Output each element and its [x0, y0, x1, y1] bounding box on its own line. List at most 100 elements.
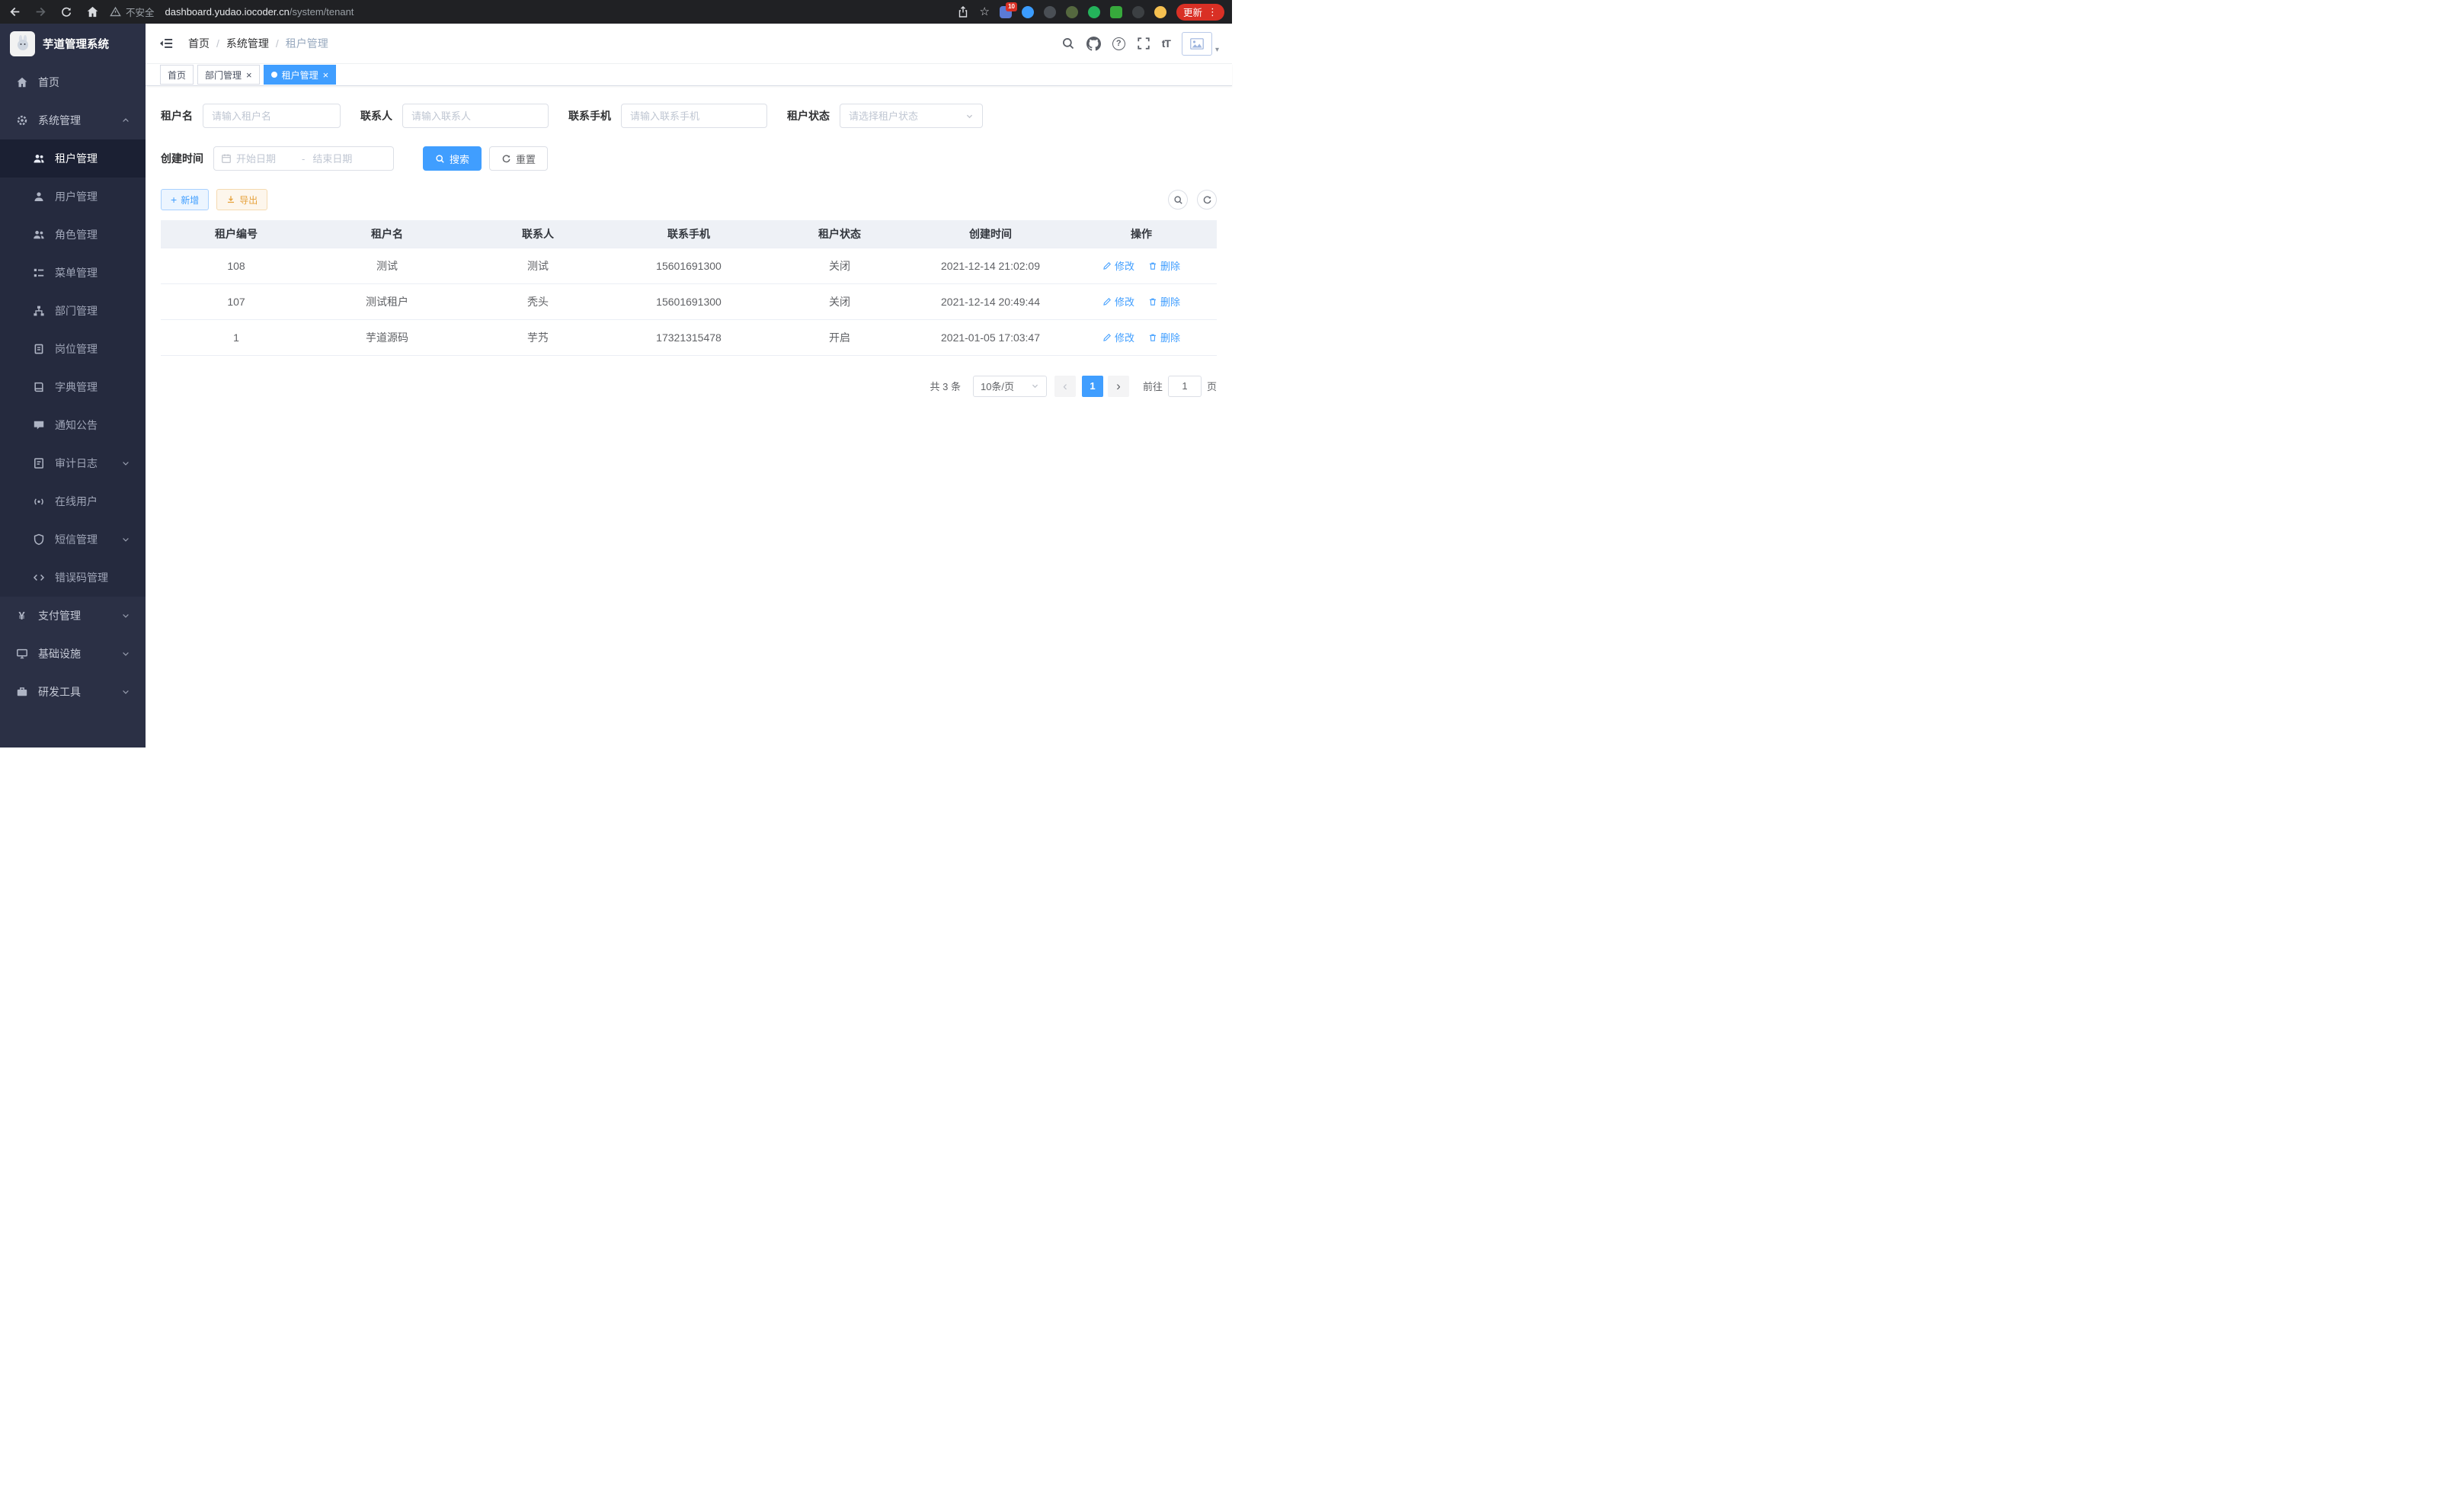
- browser-menu-kebab-icon[interactable]: ⋮: [1208, 7, 1218, 17]
- sidebar-item-label: 首页: [38, 75, 59, 90]
- sidebar-item-audit-log[interactable]: 审计日志: [0, 444, 146, 482]
- tab-home[interactable]: 首页: [160, 65, 194, 85]
- date-range-picker[interactable]: -: [213, 146, 394, 171]
- gear-icon: [15, 114, 28, 126]
- status-select[interactable]: [840, 104, 983, 128]
- contact-input[interactable]: [402, 104, 549, 128]
- back-button[interactable]: [8, 5, 21, 19]
- breadcrumb-system[interactable]: 系统管理: [226, 36, 269, 51]
- delete-link[interactable]: 删除: [1148, 330, 1180, 344]
- sidebar-item-payment[interactable]: ¥ 支付管理: [0, 597, 146, 635]
- close-icon[interactable]: ×: [246, 70, 252, 80]
- edit-link[interactable]: 修改: [1102, 294, 1134, 309]
- sidebar-item-label: 系统管理: [38, 113, 81, 128]
- search-icon[interactable]: [1061, 37, 1075, 50]
- add-button[interactable]: + 新增: [161, 189, 209, 210]
- sidebar-item-posts[interactable]: 岗位管理: [0, 330, 146, 368]
- share-icon[interactable]: [956, 5, 970, 19]
- status-select-field[interactable]: [849, 110, 961, 122]
- active-dot: [271, 72, 277, 78]
- edit-label: 修改: [1115, 294, 1134, 309]
- next-page-button[interactable]: ›: [1108, 376, 1129, 397]
- tenant-name-input-field[interactable]: [212, 110, 331, 122]
- sidebar-item-sms[interactable]: 短信管理: [0, 520, 146, 559]
- table-toolbar: + 新增 导出: [161, 189, 1217, 210]
- sidebar-item-tenant[interactable]: 租户管理: [0, 139, 146, 178]
- help-icon[interactable]: ?: [1112, 37, 1125, 50]
- cell-status: 关闭: [764, 283, 915, 319]
- toggle-search-button[interactable]: [1168, 190, 1188, 210]
- cell-actions: 修改 删除: [1066, 283, 1217, 319]
- bookmark-star-icon[interactable]: ☆: [980, 6, 990, 18]
- breadcrumb-home[interactable]: 首页: [188, 36, 210, 51]
- browser-update-button[interactable]: 更新 ⋮: [1176, 4, 1224, 21]
- home-button[interactable]: [85, 5, 99, 19]
- security-indicator[interactable]: 不安全: [110, 5, 155, 19]
- refresh-table-button[interactable]: [1197, 190, 1217, 210]
- sidebar-item-dev-tools[interactable]: 研发工具: [0, 673, 146, 711]
- fullscreen-icon[interactable]: [1137, 37, 1150, 50]
- sidebar-item-error-codes[interactable]: 错误码管理: [0, 559, 146, 597]
- navbar-actions: ? tT ▾: [1061, 32, 1219, 56]
- font-size-icon[interactable]: tT: [1162, 37, 1170, 50]
- extension-icon-5[interactable]: [1088, 6, 1100, 18]
- sidebar-item-menus[interactable]: 菜单管理: [0, 254, 146, 292]
- pagination: 共 3 条 10条/页 ‹ 1 › 前往 页: [161, 376, 1217, 397]
- tab-department[interactable]: 部门管理 ×: [197, 65, 260, 85]
- tab-tenant[interactable]: 租户管理 ×: [264, 65, 337, 85]
- edit-link[interactable]: 修改: [1102, 330, 1134, 344]
- sidebar-item-infrastructure[interactable]: 基础设施: [0, 635, 146, 673]
- avatar: [1182, 32, 1212, 56]
- cell-phone: 15601691300: [613, 248, 764, 283]
- sidebar-item-notices[interactable]: 通知公告: [0, 406, 146, 444]
- tab-label: 租户管理: [282, 69, 318, 82]
- extension-icon-2[interactable]: [1022, 6, 1034, 18]
- sidebar-item-label: 岗位管理: [55, 341, 98, 357]
- contact-input-field[interactable]: [411, 110, 539, 122]
- goto-page-input[interactable]: [1168, 376, 1202, 397]
- delete-link[interactable]: 删除: [1148, 294, 1180, 309]
- extension-icon-8[interactable]: [1154, 6, 1166, 18]
- export-button[interactable]: 导出: [216, 189, 267, 210]
- sidebar-item-system[interactable]: 系统管理: [0, 101, 146, 139]
- extension-icon-4[interactable]: [1066, 6, 1078, 18]
- address-bar[interactable]: dashboard.yudao.iocoder.cn/system/tenant: [165, 6, 354, 18]
- date-end-input[interactable]: [312, 153, 370, 165]
- page-number-1[interactable]: 1: [1082, 376, 1103, 397]
- extension-icon-6[interactable]: [1110, 6, 1122, 18]
- tenant-name-input[interactable]: [203, 104, 341, 128]
- github-icon[interactable]: [1086, 37, 1101, 51]
- reset-button[interactable]: 重置: [489, 146, 548, 171]
- forward-button[interactable]: [34, 5, 47, 19]
- extension-icon-7[interactable]: [1132, 6, 1144, 18]
- page-size-select[interactable]: 10条/页: [973, 376, 1047, 397]
- tenant-table: 租户编号 租户名 联系人 联系手机 租户状态 创建时间 操作 108 测试 测试: [161, 220, 1217, 356]
- table-header-row: 租户编号 租户名 联系人 联系手机 租户状态 创建时间 操作: [161, 220, 1217, 248]
- search-button[interactable]: 搜索: [423, 146, 482, 171]
- app-logo[interactable]: 芋道管理系统: [0, 24, 146, 63]
- reload-button[interactable]: [59, 5, 73, 19]
- date-start-input[interactable]: [236, 153, 294, 165]
- chevron-up-icon: [121, 116, 130, 125]
- sidebar-item-users[interactable]: 用户管理: [0, 178, 146, 216]
- extension-icon-3[interactable]: [1044, 6, 1056, 18]
- sidebar-item-departments[interactable]: 部门管理: [0, 292, 146, 330]
- sidebar-collapse-icon[interactable]: [158, 36, 174, 51]
- phone-input-field[interactable]: [630, 110, 758, 122]
- phone-input[interactable]: [621, 104, 767, 128]
- close-icon[interactable]: ×: [323, 70, 329, 80]
- user-menu[interactable]: ▾: [1182, 32, 1219, 56]
- sidebar-item-label: 基础设施: [38, 646, 81, 661]
- sidebar-item-label: 审计日志: [55, 456, 98, 471]
- delete-link[interactable]: 删除: [1148, 258, 1180, 273]
- sidebar-item-home[interactable]: 首页: [0, 63, 146, 101]
- sidebar-item-roles[interactable]: 角色管理: [0, 216, 146, 254]
- prev-page-button[interactable]: ‹: [1054, 376, 1076, 397]
- sidebar-item-dictionary[interactable]: 字典管理: [0, 368, 146, 406]
- tags-view-bar: 首页 部门管理 × 租户管理 ×: [146, 64, 1232, 86]
- extension-icon-1[interactable]: 10: [1000, 6, 1012, 18]
- edit-link[interactable]: 修改: [1102, 258, 1134, 273]
- cell-status: 开启: [764, 319, 915, 355]
- book-icon: [32, 381, 45, 393]
- sidebar-item-online-users[interactable]: 在线用户: [0, 482, 146, 520]
